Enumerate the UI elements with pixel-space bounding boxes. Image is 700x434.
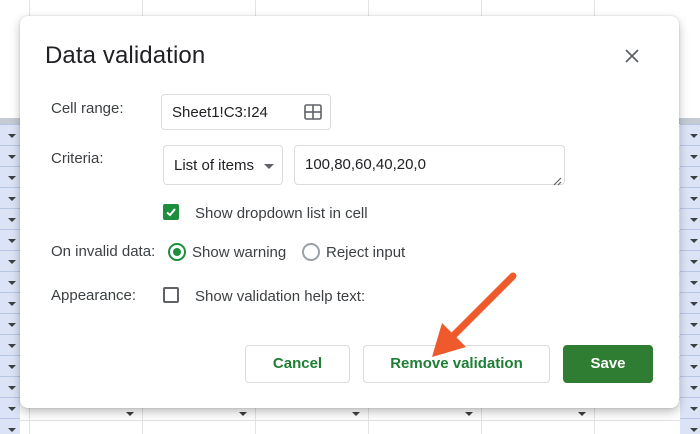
cell-dropdown-caret-icon bbox=[690, 323, 698, 327]
cancel-button[interactable]: Cancel bbox=[245, 345, 350, 383]
criteria-label: Criteria: bbox=[51, 150, 104, 167]
dialog-title: Data validation bbox=[45, 42, 206, 69]
cell-dropdown-caret-icon bbox=[8, 344, 16, 348]
cell-range-input[interactable]: Sheet1!C3:I24 bbox=[161, 94, 331, 130]
cell-dropdown-caret-icon bbox=[8, 218, 16, 222]
cell-dropdown-caret-icon bbox=[8, 323, 16, 327]
cell-dropdown-caret-icon bbox=[690, 302, 698, 306]
cell-dropdown-caret-icon bbox=[8, 302, 16, 306]
cell-dropdown-caret-icon bbox=[578, 412, 586, 416]
cell-dropdown-caret-icon bbox=[690, 176, 698, 180]
criteria-type-value: List of items bbox=[174, 157, 255, 174]
cell-dropdown-caret-icon bbox=[690, 155, 698, 159]
cell-dropdown-caret-icon bbox=[690, 134, 698, 138]
data-validation-dialog: Data validation Cell range: Sheet1!C3:I2… bbox=[20, 16, 679, 408]
cell-dropdown-caret-icon bbox=[239, 412, 247, 416]
reject-input-radio[interactable] bbox=[302, 243, 320, 261]
cell-dropdown-caret-icon bbox=[8, 407, 16, 411]
show-dropdown-label: Show dropdown list in cell bbox=[195, 205, 368, 222]
cell-dropdown-caret-icon bbox=[690, 407, 698, 411]
help-text-checkbox[interactable] bbox=[163, 287, 179, 303]
cell-dropdown-caret-icon bbox=[690, 218, 698, 222]
cell-dropdown-caret-icon bbox=[690, 365, 698, 369]
show-warning-label[interactable]: Show warning bbox=[192, 244, 286, 261]
cell-dropdown-caret-icon bbox=[690, 386, 698, 390]
cell-dropdown-caret-icon bbox=[8, 428, 16, 432]
cell-dropdown-caret-icon bbox=[8, 260, 16, 264]
criteria-items-value: 100,80,60,40,20,0 bbox=[305, 156, 426, 173]
chevron-down-icon bbox=[264, 164, 274, 169]
grid-select-icon[interactable] bbox=[304, 104, 322, 120]
cell-dropdown-caret-icon bbox=[690, 428, 698, 432]
cell-range-label: Cell range: bbox=[51, 100, 124, 117]
cell-dropdown-caret-icon bbox=[8, 365, 16, 369]
invalid-data-label: On invalid data: bbox=[51, 243, 156, 260]
help-text-label: Show validation help text: bbox=[195, 288, 366, 305]
appearance-label: Appearance: bbox=[51, 287, 137, 304]
cell-dropdown-caret-icon bbox=[465, 412, 473, 416]
cell-dropdown-caret-icon bbox=[8, 281, 16, 285]
remove-validation-button[interactable]: Remove validation bbox=[363, 345, 550, 383]
reject-input-label[interactable]: Reject input bbox=[326, 244, 405, 261]
criteria-items-input[interactable]: 100,80,60,40,20,0 bbox=[294, 145, 565, 186]
show-warning-radio[interactable] bbox=[168, 243, 186, 261]
cell-dropdown-caret-icon bbox=[8, 176, 16, 180]
show-dropdown-checkbox[interactable] bbox=[163, 204, 179, 220]
cell-dropdown-caret-icon bbox=[690, 281, 698, 285]
cell-dropdown-caret-icon bbox=[690, 239, 698, 243]
cell-dropdown-caret-icon bbox=[8, 239, 16, 243]
cell-range-value: Sheet1!C3:I24 bbox=[172, 104, 268, 121]
cell-dropdown-caret-icon bbox=[8, 134, 16, 138]
close-icon[interactable] bbox=[622, 46, 642, 66]
cell-dropdown-caret-icon bbox=[8, 197, 16, 201]
save-button[interactable]: Save bbox=[563, 345, 653, 383]
cell-dropdown-caret-icon bbox=[126, 412, 134, 416]
cell-dropdown-caret-icon bbox=[352, 412, 360, 416]
criteria-type-select[interactable]: List of items bbox=[163, 145, 283, 185]
cell-dropdown-caret-icon bbox=[690, 344, 698, 348]
cell-dropdown-caret-icon bbox=[690, 260, 698, 264]
cell-dropdown-caret-icon bbox=[690, 197, 698, 201]
cell-dropdown-caret-icon bbox=[8, 155, 16, 159]
resize-handle-icon[interactable] bbox=[553, 173, 562, 186]
cell-dropdown-caret-icon bbox=[8, 386, 16, 390]
